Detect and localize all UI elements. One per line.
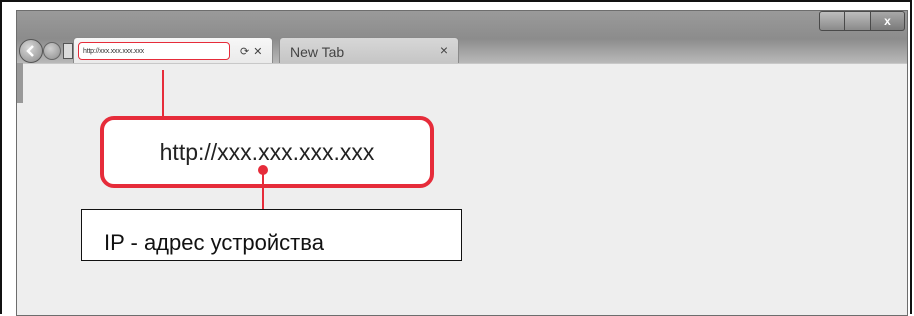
arrow-left-icon: [26, 45, 34, 57]
maximize-button[interactable]: [845, 11, 871, 31]
forward-button[interactable]: [43, 42, 61, 60]
tab-icons: ⟳ ✕: [240, 45, 262, 58]
close-window-button[interactable]: x: [871, 11, 905, 31]
page-menu-icon[interactable]: [63, 43, 73, 59]
window-controls: x: [819, 11, 905, 31]
callout-url-text: http://xxx.xxx.xxx.xxx: [159, 138, 375, 165]
ip-address-label-box: IP - адрес устройства: [81, 209, 462, 261]
close-icon[interactable]: ✕: [253, 45, 262, 58]
tab-active[interactable]: http://xxx.xxx.xxx.xxx ⟳ ✕: [73, 37, 273, 65]
page-content: [17, 63, 907, 315]
tab-new-tab[interactable]: New Tab ×: [279, 37, 459, 65]
back-button[interactable]: [19, 39, 43, 63]
minimize-button[interactable]: [819, 11, 845, 31]
tab-url-mini: http://xxx.xxx.xxx.xxx: [78, 42, 230, 60]
refresh-icon[interactable]: ⟳: [240, 45, 249, 58]
callout-connector-bottom: [262, 172, 264, 210]
url-callout: http://xxx.xxx.xxx.xxx: [100, 116, 434, 188]
callout-connector-top: [162, 70, 164, 118]
tab-close-icon[interactable]: ×: [440, 42, 448, 58]
ip-address-label: IP - адрес устройства: [104, 230, 324, 255]
tab-title: New Tab: [290, 44, 345, 60]
left-scroll-indicator: [17, 63, 23, 103]
